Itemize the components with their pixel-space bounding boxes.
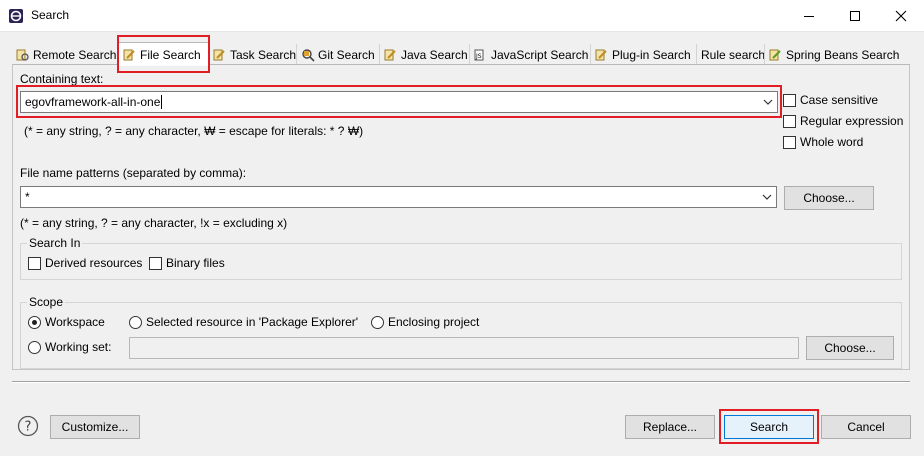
search-button[interactable]: Search bbox=[724, 415, 814, 439]
search-in-title: Search In bbox=[27, 236, 83, 250]
tab-file-search[interactable]: File Search bbox=[118, 42, 209, 66]
text-cursor bbox=[161, 95, 163, 110]
tab-label: Git Search bbox=[318, 47, 375, 62]
containing-text-value[interactable]: egovframework-all-in-one bbox=[25, 95, 759, 110]
spring-beans-search-icon bbox=[769, 49, 781, 60]
eclipse-app-icon bbox=[9, 9, 23, 23]
tab-java-search[interactable]: Java Search bbox=[380, 44, 470, 65]
tab-task-search[interactable]: Task Search bbox=[209, 44, 297, 65]
chevron-down-icon[interactable] bbox=[758, 187, 776, 207]
svg-text:JS: JS bbox=[475, 53, 482, 60]
tab-plugin-search[interactable]: Plug-in Search bbox=[591, 44, 697, 65]
file-patterns-label: File name patterns (separated by comma): bbox=[20, 166, 247, 180]
working-set-field bbox=[129, 337, 799, 359]
tab-git-search[interactable]: Git Search bbox=[297, 44, 380, 65]
tab-label: File Search bbox=[140, 47, 201, 62]
close-icon bbox=[895, 10, 907, 21]
containing-text-hint: (* = any string, ? = any character, ₩ = … bbox=[24, 124, 364, 138]
tab-javascript-search[interactable]: JS JavaScript Search bbox=[470, 44, 591, 65]
chevron-down-icon[interactable] bbox=[759, 92, 777, 112]
task-search-icon bbox=[213, 49, 225, 60]
remote-search-icon bbox=[16, 49, 29, 61]
containing-text-combo[interactable]: egovframework-all-in-one bbox=[20, 91, 778, 113]
java-search-icon bbox=[384, 49, 396, 60]
file-patterns-hint: (* = any string, ? = any character, !x =… bbox=[20, 216, 288, 230]
tab-label: Remote Search bbox=[33, 47, 117, 62]
close-button[interactable] bbox=[878, 0, 924, 31]
file-patterns-combo[interactable]: * bbox=[20, 186, 777, 208]
footer-separator bbox=[12, 381, 910, 383]
customize-button[interactable]: Customize... bbox=[50, 415, 140, 439]
maximize-button[interactable] bbox=[832, 0, 878, 31]
tab-rule-search[interactable]: Rule search bbox=[697, 44, 765, 65]
tab-remote-search[interactable]: Remote Search bbox=[12, 44, 118, 65]
tab-label: Java Search bbox=[401, 47, 468, 62]
tab-label: Task Search bbox=[230, 47, 297, 62]
minimize-button[interactable] bbox=[786, 0, 832, 31]
search-tabs: Remote Search File Search Task Search Gi… bbox=[12, 42, 910, 66]
choose-patterns-button[interactable]: Choose... bbox=[784, 186, 874, 210]
tab-label: Plug-in Search bbox=[612, 47, 691, 62]
working-set-radio[interactable]: Working set: bbox=[28, 340, 111, 354]
tab-spring-beans-search[interactable]: Spring Beans Search bbox=[765, 44, 910, 65]
help-icon[interactable]: ? bbox=[17, 415, 39, 437]
replace-button[interactable]: Replace... bbox=[625, 415, 715, 439]
regular-expression-checkbox[interactable]: Regular expression bbox=[783, 114, 903, 128]
tab-label: JavaScript Search bbox=[491, 47, 589, 62]
whole-word-checkbox[interactable]: Whole word bbox=[783, 135, 863, 149]
enclosing-project-radio[interactable]: Enclosing project bbox=[371, 315, 479, 329]
minimize-icon bbox=[804, 15, 814, 17]
cancel-button[interactable]: Cancel bbox=[821, 415, 911, 439]
window-title: Search bbox=[31, 8, 70, 22]
svg-text:?: ? bbox=[25, 420, 32, 435]
file-patterns-value[interactable]: * bbox=[25, 190, 758, 204]
containing-text-label: Containing text: bbox=[20, 72, 104, 86]
binary-files-checkbox[interactable]: Binary files bbox=[149, 256, 225, 270]
plugin-search-icon bbox=[595, 49, 607, 60]
git-search-icon bbox=[302, 48, 315, 62]
tab-label: Spring Beans Search bbox=[786, 47, 900, 62]
selected-resource-radio[interactable]: Selected resource in 'Package Explorer' bbox=[129, 315, 358, 329]
title-bar: Search bbox=[0, 0, 924, 32]
derived-resources-checkbox[interactable]: Derived resources bbox=[28, 256, 142, 270]
maximize-icon bbox=[850, 10, 860, 21]
workspace-radio[interactable]: Workspace bbox=[28, 315, 105, 329]
javascript-search-icon: JS bbox=[474, 49, 484, 60]
choose-working-set-button[interactable]: Choose... bbox=[806, 336, 894, 360]
scope-title: Scope bbox=[27, 295, 66, 309]
file-search-icon bbox=[123, 49, 135, 60]
tab-label: Rule search bbox=[701, 47, 765, 62]
case-sensitive-checkbox[interactable]: Case sensitive bbox=[783, 93, 878, 107]
